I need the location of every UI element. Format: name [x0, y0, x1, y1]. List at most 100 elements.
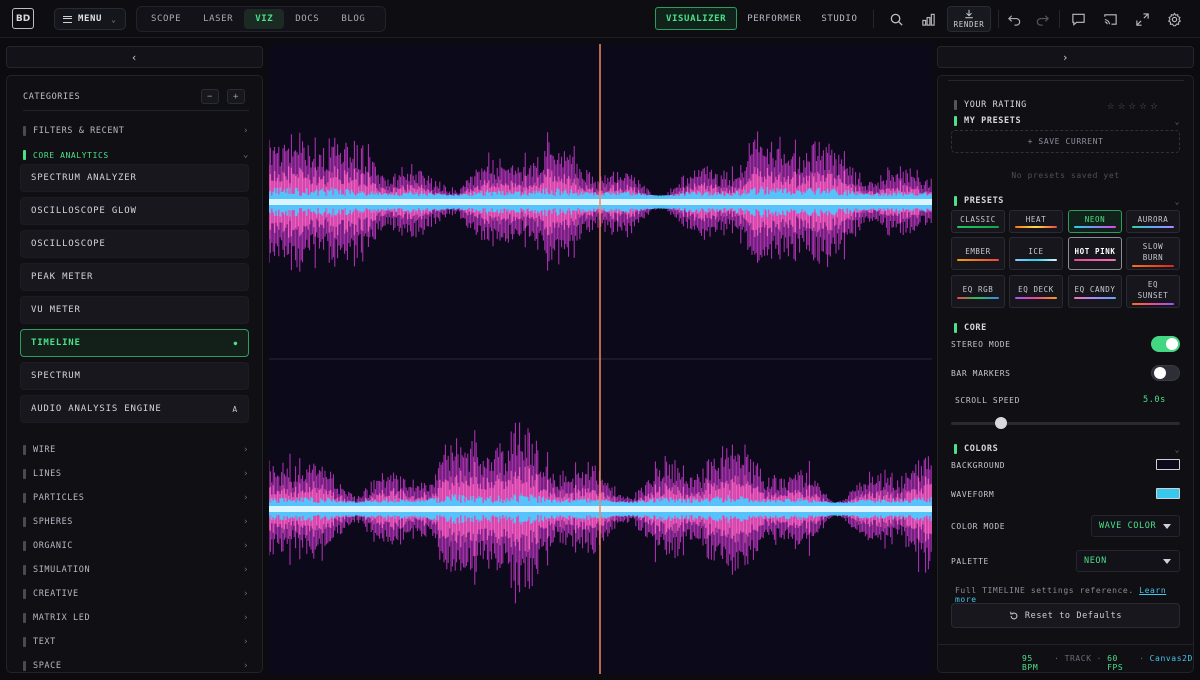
my-presets-heading[interactable]: MY PRESETS ⌄	[954, 115, 1180, 127]
group-creative[interactable]: CREATIVE ›	[23, 587, 249, 601]
preset-gradient	[1132, 264, 1174, 267]
preset-aurora[interactable]: AURORA	[1126, 210, 1180, 233]
fullscreen-icon[interactable]	[1133, 10, 1151, 28]
preset-heat[interactable]: HEAT	[1009, 210, 1063, 233]
nav-blog[interactable]: BLOG	[330, 9, 376, 29]
preset-eq-candy[interactable]: EQ CANDY	[1068, 275, 1122, 308]
sidebar-item-oscilloscope[interactable]: OSCILLOSCOPE	[20, 230, 249, 258]
preset-ember[interactable]: EMBER	[951, 237, 1005, 270]
undo-icon[interactable]	[1005, 10, 1023, 28]
preset-eq-sunset[interactable]: EQ SUNSET	[1126, 275, 1180, 308]
preset-gradient	[1132, 302, 1174, 305]
preset-eq-rgb[interactable]: EQ RGB	[951, 275, 1005, 308]
sidebar-item-peak-meter[interactable]: PEAK METER	[20, 263, 249, 291]
sidebar-item-vu-meter[interactable]: VU METER	[20, 296, 249, 324]
chat-icon[interactable]	[1069, 10, 1087, 28]
collapse-left-button[interactable]: ‹	[6, 46, 263, 68]
group-matrix-led[interactable]: MATRIX LED ›	[23, 611, 249, 625]
sidebar-item-tag: ●	[233, 339, 238, 347]
group-filters-recent[interactable]: FILTERS & RECENT ›	[23, 124, 249, 138]
expand-all-button[interactable]: +	[227, 89, 245, 104]
group-wire[interactable]: WIRE ›	[23, 443, 249, 457]
app-logo[interactable]: BD	[12, 8, 34, 29]
download-icon	[965, 9, 973, 19]
chevron-down-icon: ⌄	[1174, 116, 1180, 126]
mode-performer[interactable]: PERFORMER	[737, 7, 811, 30]
fps-readout: 60 FPS	[1107, 654, 1124, 672]
divider	[1059, 10, 1060, 28]
chevron-right-icon: ›	[1061, 50, 1070, 64]
group-particles[interactable]: PARTICLES ›	[23, 491, 249, 505]
stereo-mode-toggle[interactable]	[1151, 336, 1180, 352]
sidebar-item-spectrum-analyzer[interactable]: SPECTRUM ANALYZER	[20, 164, 249, 192]
palette-select[interactable]: NEON	[1076, 550, 1180, 572]
nav-viz[interactable]: VIZ	[244, 9, 285, 29]
chevron-right-icon: ›	[242, 637, 249, 647]
chevron-right-icon: ›	[242, 541, 249, 551]
collapse-all-button[interactable]: −	[201, 89, 219, 104]
nav-docs[interactable]: DOCS	[284, 9, 330, 29]
group-core-analytics[interactable]: CORE ANALYTICS ⌄	[23, 148, 249, 162]
preset-ice[interactable]: ICE	[1009, 237, 1063, 270]
group-space[interactable]: SPACE ›	[23, 659, 249, 672]
scroll-speed-slider[interactable]	[951, 422, 1180, 425]
group-label: WIRE	[33, 445, 56, 455]
chevron-right-icon: ›	[242, 589, 249, 599]
star-icon[interactable]: ☆	[1139, 98, 1147, 112]
bar-markers-toggle[interactable]	[1151, 365, 1180, 381]
menu-label: MENU	[78, 14, 103, 24]
preset-neon[interactable]: NEON	[1068, 210, 1122, 233]
group-organic[interactable]: ORGANIC ›	[23, 539, 249, 553]
star-icon[interactable]: ☆	[1118, 98, 1126, 112]
save-current-button[interactable]: + SAVE CURRENT	[951, 130, 1180, 153]
redo-icon[interactable]	[1033, 10, 1051, 28]
bar-chart-icon[interactable]	[919, 10, 937, 28]
group-text[interactable]: TEXT ›	[23, 635, 249, 649]
preset-classic[interactable]: CLASSIC	[951, 210, 1005, 233]
presets-heading[interactable]: PRESETS ⌄	[954, 195, 1180, 207]
mode-visualizer[interactable]: VISUALIZER	[655, 7, 738, 30]
chevron-left-icon: ‹	[130, 50, 139, 64]
preset-hot-pink[interactable]: HOT PINK	[1068, 237, 1122, 270]
render-button[interactable]: RENDER	[947, 6, 991, 32]
bpm-readout: 95 BPM	[1022, 654, 1039, 672]
cast-icon[interactable]	[1101, 10, 1119, 28]
chevron-right-icon: ›	[242, 493, 249, 503]
gear-icon[interactable]	[1165, 10, 1183, 28]
scroll-speed-handle[interactable]	[995, 417, 1008, 429]
chevron-right-icon: ›	[242, 469, 249, 479]
sidebar-item-audio-analysis-engine[interactable]: AUDIO ANALYSIS ENGINE A	[20, 395, 249, 423]
sidebar-item-spectrum[interactable]: SPECTRUM	[20, 362, 249, 390]
group-lines[interactable]: LINES ›	[23, 467, 249, 481]
reset-defaults-button[interactable]: Reset to Defaults	[951, 603, 1180, 628]
colors-heading[interactable]: COLORS ⌄	[954, 443, 1180, 455]
sidebar-item-timeline[interactable]: TIMELINE ●	[20, 329, 249, 357]
rating-stars[interactable]: ☆ ☆ ☆ ☆ ☆	[1107, 98, 1158, 112]
search-icon[interactable]	[887, 10, 905, 28]
star-icon[interactable]: ☆	[1150, 98, 1158, 112]
preset-slow-burn[interactable]: SLOW BURN	[1126, 237, 1180, 270]
sidebar-item-label: SPECTRUM ANALYZER	[31, 173, 137, 183]
divider	[948, 80, 1184, 81]
sidebar-item-oscilloscope-glow[interactable]: OSCILLOSCOPE GLOW	[20, 197, 249, 225]
star-icon[interactable]: ☆	[1107, 98, 1115, 112]
nav-scope[interactable]: SCOPE	[140, 9, 192, 29]
menu-button[interactable]: MENU ⌄	[54, 8, 126, 30]
mode-studio[interactable]: STUDIO	[811, 7, 867, 30]
group-spheres[interactable]: SPHERES ›	[23, 515, 249, 529]
waveform-color-swatch[interactable]	[1156, 488, 1180, 499]
core-heading[interactable]: CORE	[954, 322, 1180, 334]
nav-laser[interactable]: LASER	[192, 9, 244, 29]
color-mode-select[interactable]: WAVE COLOR	[1091, 515, 1180, 537]
collapse-right-button[interactable]: ›	[937, 46, 1194, 68]
background-color-swatch[interactable]	[1156, 459, 1180, 470]
group-simulation[interactable]: SIMULATION ›	[23, 563, 249, 577]
chevron-down-icon: ⌄	[1174, 444, 1180, 454]
scroll-speed-label: SCROLL SPEED	[955, 396, 1020, 405]
star-icon[interactable]: ☆	[1129, 98, 1137, 112]
preset-eq-deck[interactable]: EQ DECK	[1009, 275, 1063, 308]
preset-gradient	[1074, 226, 1116, 228]
visualizer-canvas[interactable]	[269, 44, 932, 674]
categories-heading: CATEGORIES	[23, 92, 81, 102]
nav-tabs: SCOPE LASER VIZ DOCS BLOG	[136, 6, 386, 32]
